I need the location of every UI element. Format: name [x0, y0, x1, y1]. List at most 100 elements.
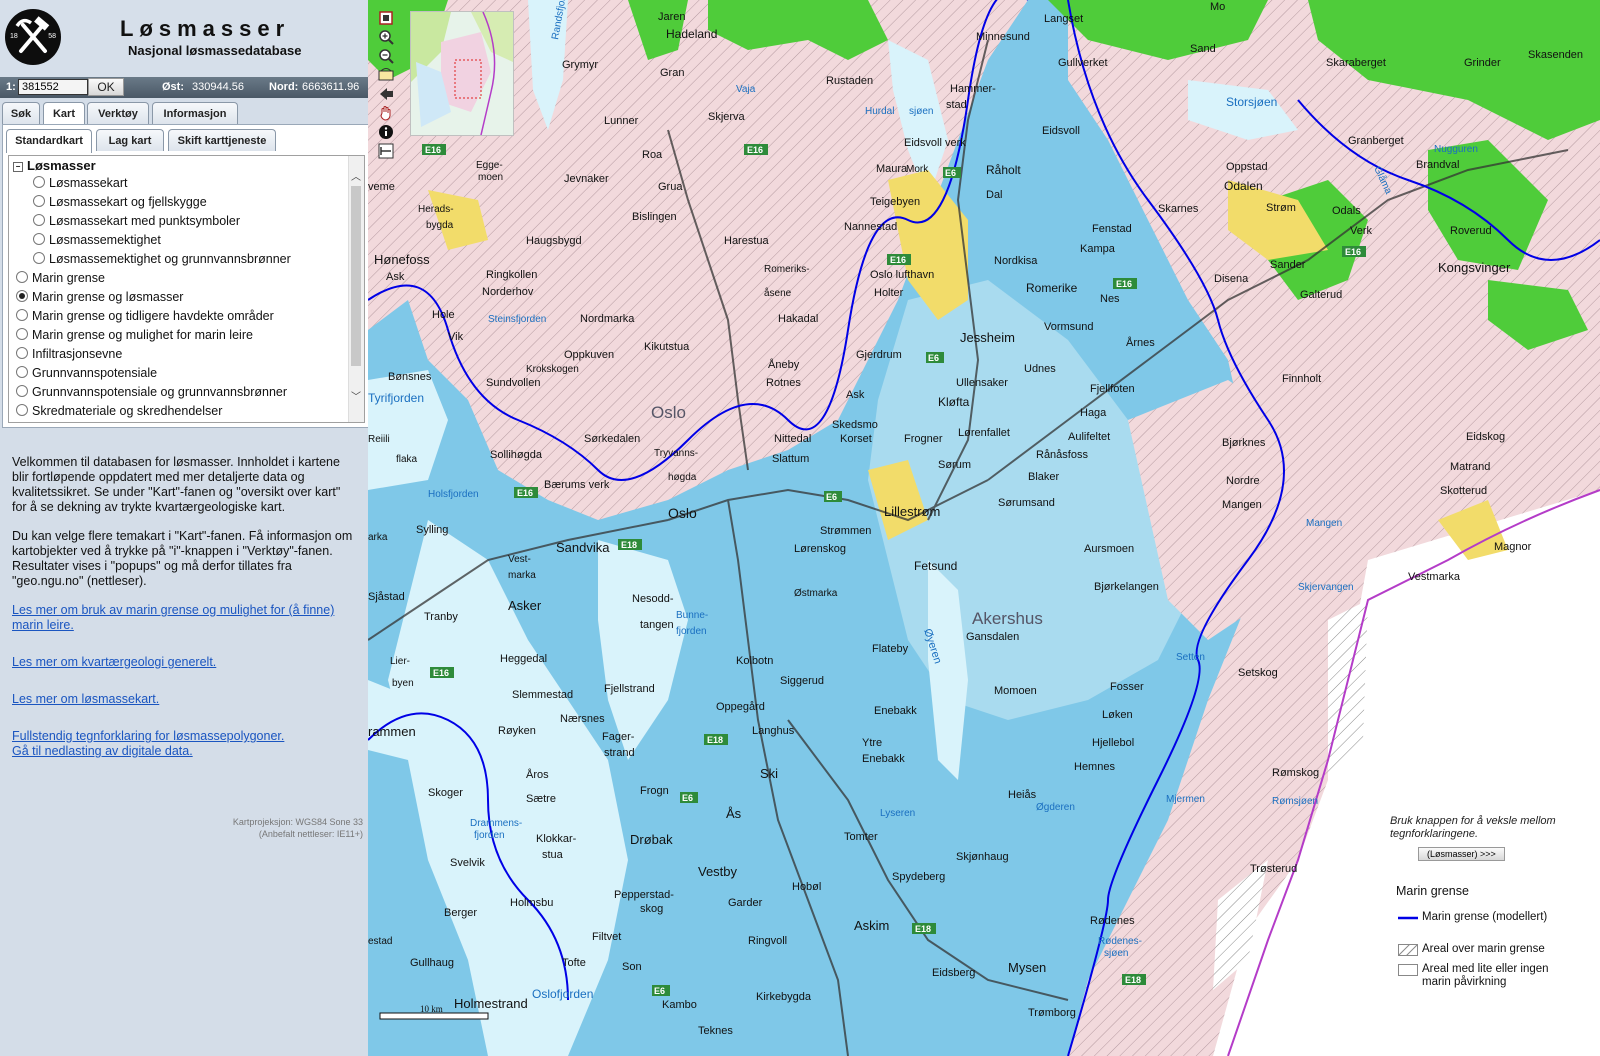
- svg-text:E16: E16: [747, 145, 763, 155]
- radio-icon[interactable]: [33, 214, 45, 226]
- ngu-logo: 18 58: [5, 9, 61, 65]
- layer-group-losmasser[interactable]: − Løsmasser: [13, 158, 96, 173]
- place-vormsund: Vormsund: [1044, 321, 1094, 333]
- place-skoger: Skoger: [428, 787, 463, 799]
- ok-button[interactable]: OK: [88, 78, 124, 96]
- pan-icon[interactable]: [378, 105, 394, 121]
- link-tegnforklaring[interactable]: Fullstendig tegnforklaring for løsmassep…: [12, 729, 357, 744]
- collapse-icon[interactable]: −: [13, 162, 23, 172]
- scale-input[interactable]: [18, 79, 88, 95]
- subtab-skift-karttjeneste[interactable]: Skift karttjeneste: [168, 129, 276, 151]
- link-nedlasting[interactable]: Gå til nedlasting av digitale data.: [12, 744, 357, 759]
- place-hobol: Hobøl: [792, 881, 821, 893]
- app-subtitle: Nasjonal løsmassedatabase: [128, 43, 302, 58]
- place-teknes: Teknes: [698, 1025, 733, 1037]
- app-title: Løsmasser: [120, 16, 291, 41]
- tab-sok[interactable]: Søk: [2, 102, 40, 124]
- place-vik: Vik: [448, 331, 464, 343]
- place-nesodd: Nesodd-: [632, 593, 674, 605]
- side-panel: 18 58 Løsmasser Nasjonal løsmassedatabas…: [0, 0, 376, 1056]
- radio-icon[interactable]: [33, 252, 45, 264]
- radio-icon[interactable]: [16, 271, 28, 283]
- place-skog: skog: [640, 903, 663, 915]
- place-oppegard: Oppegård: [716, 701, 765, 713]
- place-egge: Egge-: [476, 160, 503, 171]
- layer-radio-havdekte[interactable]: Marin grense og tidligere havdekte områd…: [16, 309, 274, 323]
- svg-text:E6: E6: [682, 793, 693, 803]
- place-asker: Asker: [508, 598, 542, 613]
- radio-selected-icon[interactable]: [16, 290, 28, 302]
- svg-text:E6: E6: [945, 168, 956, 178]
- layer-label: Grunnvannspotensiale og grunnvannsbrønne…: [32, 385, 288, 399]
- svg-text:E6: E6: [928, 353, 939, 363]
- place-holmsbu: Holmsbu: [510, 897, 553, 909]
- overview-map[interactable]: [410, 11, 514, 136]
- place-romerike: Romerike: [1026, 281, 1078, 295]
- subtab-lag-kart[interactable]: Lag kart: [96, 129, 164, 151]
- layer-scrollbar[interactable]: ︿ ﹀: [348, 156, 364, 422]
- radio-icon[interactable]: [33, 195, 45, 207]
- place-drobak: Drøbak: [630, 832, 673, 847]
- layer-radio-grunnvann-bronner[interactable]: Grunnvannspotensiale og grunnvannsbrønne…: [16, 385, 287, 399]
- legend-row-over-marin-grense: Areal over marin grense: [1398, 940, 1590, 960]
- link-kvartaergeologi[interactable]: Les mer om kvartærgeologi generelt.: [12, 655, 357, 670]
- place-fenstad: Fenstad: [1092, 223, 1132, 235]
- radio-icon[interactable]: [16, 366, 28, 378]
- back-icon[interactable]: [378, 86, 394, 102]
- layer-radio-marin-grense[interactable]: Marin grense: [16, 271, 105, 285]
- layer-radio-marin-grense-losmasser[interactable]: Marin grense og løsmasser: [16, 290, 183, 304]
- link-marin-grense[interactable]: Les mer om bruk av marin grense og mulig…: [12, 603, 357, 633]
- layer-radio-grunnvann[interactable]: Grunnvannspotensiale: [16, 366, 157, 380]
- scroll-down-icon[interactable]: ﹀: [351, 388, 361, 403]
- layer-radio-skred[interactable]: Skredmateriale og skredhendelser: [16, 404, 222, 418]
- radio-icon[interactable]: [16, 328, 28, 340]
- layer-label: Løsmassekart med punktsymboler: [49, 214, 241, 228]
- radio-icon[interactable]: [33, 176, 45, 188]
- subtab-standardkart[interactable]: Standardkart: [6, 129, 92, 153]
- place-tranby: Tranby: [424, 611, 458, 623]
- link-losmassekart[interactable]: Les mer om løsmassekart.: [12, 692, 357, 707]
- place-momoen: Momoen: [994, 685, 1037, 697]
- place-aursmoen: Aursmoen: [1084, 543, 1134, 555]
- place-hurdalsjoen2: sjøen: [909, 106, 933, 117]
- layer-radio-punktsymboler[interactable]: Løsmassekart med punktsymboler: [33, 214, 240, 228]
- radio-icon[interactable]: [16, 385, 28, 397]
- svg-text:E16: E16: [890, 255, 906, 265]
- layer-radio-fjellskygge[interactable]: Løsmassekart og fjellskygge: [33, 195, 207, 209]
- layer-radio-losmassekart[interactable]: Løsmassekart: [33, 176, 128, 190]
- layer-radio-marin-leire[interactable]: Marin grense og mulighet for marin leire: [16, 328, 253, 342]
- place-hemnes: Hemnes: [1074, 761, 1115, 773]
- scroll-thumb[interactable]: [351, 186, 361, 366]
- place-haugsbygd: Haugsbygd: [526, 235, 582, 247]
- north-value: 6663611.96: [302, 81, 360, 93]
- fullextent-icon[interactable]: [378, 10, 394, 26]
- place-oppstad: Oppstad: [1226, 161, 1268, 173]
- scroll-up-icon[interactable]: ︿: [351, 168, 361, 183]
- layer-radio-infiltrasjon[interactable]: Infiltrasjonsevne: [16, 347, 122, 361]
- measure-icon[interactable]: [378, 143, 394, 159]
- tab-informasjon[interactable]: Informasjon: [152, 102, 238, 124]
- scale-prefix: 1:: [6, 81, 16, 93]
- layer-radio-mektighet[interactable]: Løsmassemektighet: [33, 233, 161, 247]
- place-oslo-city: Oslo: [668, 505, 697, 521]
- legend-toggle-button[interactable]: (Løsmasser) >>>: [1418, 847, 1505, 861]
- layer-label: Skredmateriale og skredhendelser: [32, 404, 223, 418]
- layer-label: Marin grense og tidligere havdekte områd…: [32, 309, 274, 323]
- overview-canvas[interactable]: [411, 12, 513, 135]
- radio-icon[interactable]: [16, 309, 28, 321]
- zoom-box-icon[interactable]: [378, 67, 394, 83]
- zoom-out-icon[interactable]: [378, 48, 394, 64]
- place-arka: arka: [368, 532, 388, 543]
- radio-icon[interactable]: [33, 233, 45, 245]
- info-icon[interactable]: [378, 124, 394, 140]
- place-strom: Strøm: [1266, 202, 1296, 214]
- place-grymyr: Grymyr: [562, 59, 598, 71]
- place-steinsfjorden: Steinsfjorden: [488, 314, 546, 325]
- radio-icon[interactable]: [16, 347, 28, 359]
- radio-icon[interactable]: [16, 404, 28, 416]
- svg-text:E16: E16: [517, 488, 533, 498]
- layer-radio-mektighet-bronner[interactable]: Løsmassemektighet og grunnvannsbrønner: [33, 252, 291, 266]
- tab-kart[interactable]: Kart: [43, 102, 85, 126]
- zoom-in-icon[interactable]: [378, 29, 394, 45]
- tab-verktoy[interactable]: Verktøy: [87, 102, 149, 124]
